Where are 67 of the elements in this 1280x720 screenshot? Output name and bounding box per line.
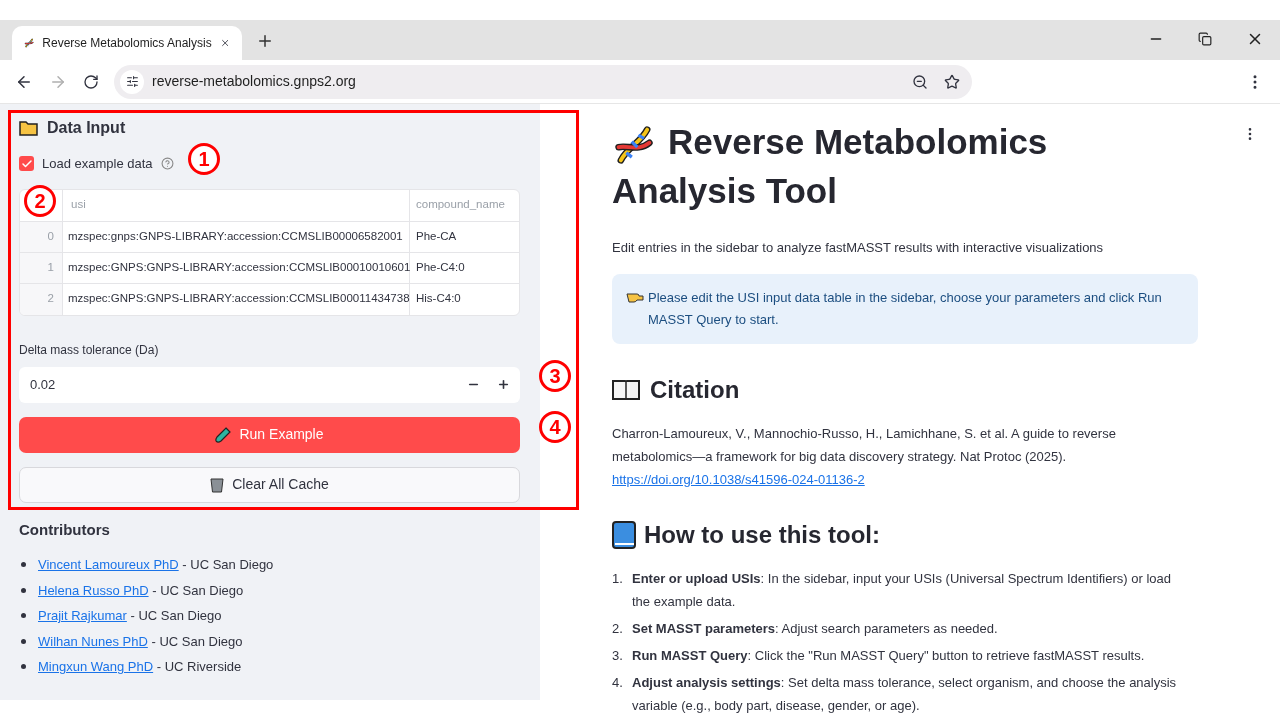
contributor-item: Helena Russo PhD - UC San Diego: [38, 581, 244, 600]
section-heading: Citation: [650, 375, 740, 406]
bullet-icon: [21, 562, 26, 568]
section-title: Data Input: [47, 118, 126, 138]
table-cell: mzspec:gnps:GNPS-LIBRARY:accession:CCMSLIB00006582001: [63, 221, 410, 252]
book-icon: [612, 379, 640, 402]
contributor-link[interactable]: Prajit Rajkumar: [38, 608, 127, 623]
step-text: Enter or upload USIs: In the sidebar, input your USIs (Universal Spectrum Identifiers) or load the example data.: [632, 570, 1172, 612]
table-cell-text: Phe-C4:0: [415, 259, 466, 275]
section-heading: How to use this tool:: [644, 520, 880, 551]
test-tube-icon: [215, 426, 232, 443]
clear-button[interactable]: Clear All Cache: [19, 466, 520, 503]
reload-icon[interactable]: [83, 73, 99, 90]
row-index: 1: [20, 252, 63, 283]
contributor-link[interactable]: Helena Russo PhD: [38, 582, 149, 598]
column-header[interactable]: compound_name: [410, 189, 519, 221]
step-number: 4.: [612, 674, 624, 693]
number-field[interactable]: 0.02: [19, 366, 520, 403]
bullet-icon: [21, 664, 26, 670]
address-bar[interactable]: reverse-metabolomics.gnps2.org: [114, 64, 972, 99]
table-cell-text: Phe-CA: [415, 228, 458, 244]
column-header[interactable]: usi: [63, 189, 410, 221]
row-index: 2: [20, 283, 63, 315]
citation-text: Charron-Lamoureux, V., Mannochio-Russo, H., Lamichhane, S. et al. A guide to reverse metabolomics—a framework for big data discovery strategy. Nat Protoc (2025).: [612, 425, 1117, 467]
increment-icon[interactable]: [497, 378, 510, 391]
annotation-number: 3: [539, 360, 571, 392]
contributor-link[interactable]: Wilhan Nunes PhD: [38, 633, 148, 649]
contributors-title: Contributors: [19, 519, 111, 540]
step-text: Adjust analysis settings: Set delta mass tolerance, select organism, and choose the analysis variable (e.g., body part, disease, gender, or age).: [632, 674, 1178, 716]
pointing-hand-icon: [626, 291, 644, 304]
table-cell: mzspec:GNPS:GNPS-LIBRARY:accession:CCMSLIB00011434738: [63, 283, 410, 315]
info-text: Please edit the USI input data table in the sidebar, choose your parameters and click Run MASST Query to start.: [648, 289, 1163, 330]
annotation-number: 4: [539, 411, 571, 443]
field-label: Delta mass tolerance (Da): [19, 341, 160, 359]
site-settings-icon[interactable]: [125, 75, 139, 88]
checkbox-label: Load example data: [42, 155, 153, 173]
bullet-icon: [21, 613, 26, 619]
run-button[interactable]: Run Example: [19, 416, 520, 453]
folder-icon: [19, 120, 39, 136]
checkbox[interactable]: [19, 156, 34, 172]
contributor-item: Mingxun Wang PhD - UC Riverside: [38, 658, 242, 676]
zoom-icon[interactable]: [912, 73, 928, 90]
subtitle: Edit entries in the sidebar to analyze fastMASST results with interactive visualizations: [612, 238, 1105, 257]
contributor-link[interactable]: Vincent Lamoureux PhD: [38, 557, 179, 572]
contributor-item: Prajit Rajkumar - UC San Diego: [38, 607, 222, 625]
row-index: 0: [20, 221, 63, 252]
contributor-item: Vincent Lamoureux PhD - UC San Diego: [38, 556, 274, 574]
step-text: Set MASST parameters: Adjust search parameters as needed.: [632, 620, 998, 639]
page-title: Reverse Metabolomics Analysis Tool: [612, 121, 1049, 212]
help-icon[interactable]: [160, 157, 174, 171]
contributor-item: Wilhan Nunes PhD - UC San Diego: [38, 632, 243, 651]
trash-icon: [210, 476, 225, 493]
browser-tab[interactable]: Reverse Metabolomics Analysis: [12, 26, 242, 60]
table-cell-text: His-C4:0: [415, 291, 462, 307]
step-number: 3.: [612, 647, 624, 666]
step-number: 1.: [612, 570, 624, 589]
bullet-icon: [21, 587, 26, 593]
restore-icon[interactable]: [1198, 32, 1212, 46]
bookmark-icon[interactable]: [944, 73, 960, 90]
step-text: Run MASST Query: Click the "Run MASST Query" button to retrieve fastMASST results.: [632, 647, 1145, 666]
step-number: 2.: [612, 620, 624, 639]
new-tab-icon[interactable]: [256, 32, 274, 50]
contributor-link[interactable]: Mingxun Wang PhD: [38, 659, 154, 674]
bullet-icon: [21, 638, 26, 644]
table-cell: mzspec:GNPS:GNPS-LIBRARY:accession:CCMSLIB00010010601: [63, 252, 410, 283]
citation-link[interactable]: https://doi.org/10.1038/s41596-024-01136-2: [612, 468, 1198, 492]
book-icon: [612, 521, 636, 550]
